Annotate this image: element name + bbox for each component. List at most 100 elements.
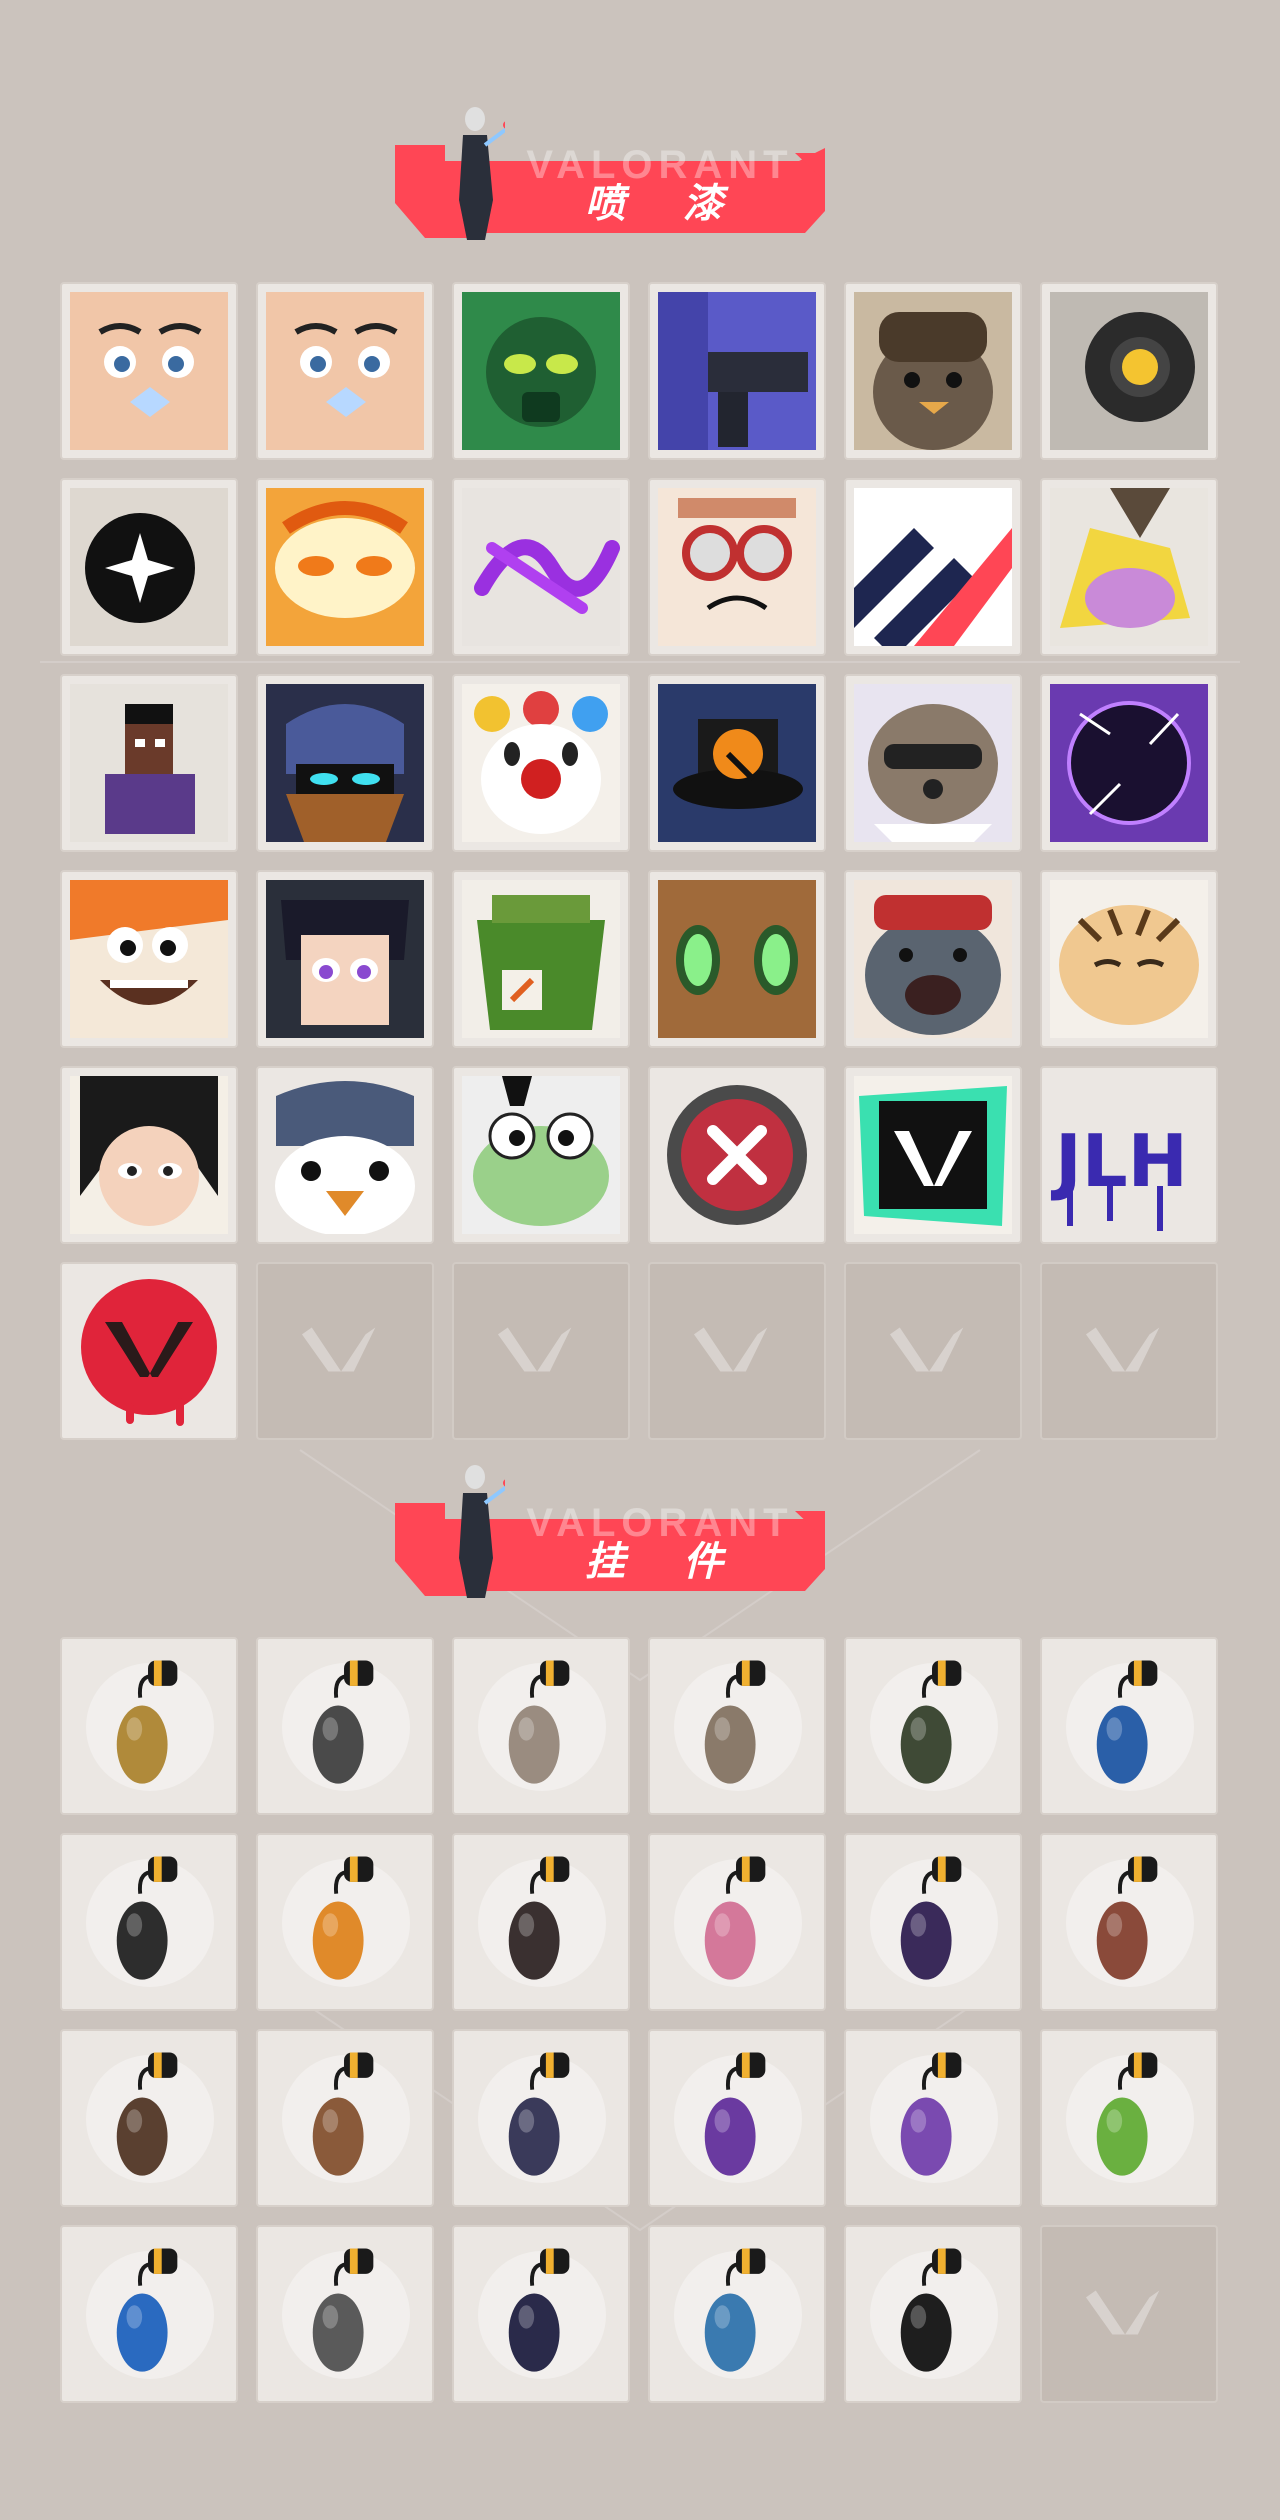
- buddy-gold-figure-icon: [116, 1660, 178, 1784]
- spray-purple-gun-icon: [658, 292, 816, 450]
- spray-tile[interactable]: [844, 870, 1022, 1048]
- spray-tile[interactable]: [452, 478, 630, 656]
- valorant-logo-icon: [1085, 1327, 1160, 1372]
- spray-tile[interactable]: [60, 282, 238, 460]
- buddy-tile[interactable]: [648, 1637, 826, 1815]
- buddy-tile[interactable]: [60, 1637, 238, 1815]
- buddy-v-medallion-icon: [900, 2248, 962, 2372]
- buddy-pepper-icon: [312, 1856, 374, 1980]
- valorant-logo-icon: [889, 1327, 964, 1372]
- buddy-crate-icon: [312, 2052, 374, 2176]
- spray-tile[interactable]: JLH: [1040, 1066, 1218, 1244]
- spray-tile[interactable]: [648, 674, 826, 852]
- buddy-tile[interactable]: [844, 2225, 1022, 2403]
- buddy-tile[interactable]: [1040, 1637, 1218, 1815]
- spray-green-mask-icon: [462, 292, 620, 450]
- spray-crying-seal-icon: [854, 880, 1012, 1038]
- spray-tile[interactable]: [452, 1066, 630, 1244]
- buddy-bear-bell-icon: [1096, 1856, 1158, 1980]
- buddy-radio-icon: [312, 2248, 374, 2372]
- spray-sleepy-tiger-icon: [1050, 880, 1208, 1038]
- section-title: 挂 件: [585, 1539, 745, 1585]
- buddy-tile[interactable]: [648, 1833, 826, 2011]
- buddy-tile[interactable]: [648, 2225, 826, 2403]
- buddy-tile[interactable]: [256, 1833, 434, 2011]
- spray-tile[interactable]: [60, 478, 238, 656]
- spray-tile[interactable]: [1040, 674, 1218, 852]
- spray-red-v-drip-icon: [70, 1272, 228, 1430]
- spray-tile[interactable]: [648, 282, 826, 460]
- spray-tile[interactable]: [256, 478, 434, 656]
- spray-tile[interactable]: [256, 674, 434, 852]
- empty-spray-slot[interactable]: [1040, 1262, 1218, 1440]
- buddy-tile[interactable]: [844, 2029, 1022, 2207]
- buddy-tile[interactable]: [1040, 1833, 1218, 2011]
- spray-angry-man-icon: [266, 292, 424, 450]
- spray-tile[interactable]: [256, 1066, 434, 1244]
- buddy-tile[interactable]: [60, 2029, 238, 2207]
- spray-tile[interactable]: [452, 282, 630, 460]
- empty-spray-slot[interactable]: [452, 1262, 630, 1440]
- buddy-tile[interactable]: [60, 2225, 238, 2403]
- spray-tile[interactable]: [1040, 478, 1218, 656]
- spray-tile[interactable]: [452, 674, 630, 852]
- buddy-chainsaw-icon: [116, 1856, 178, 1980]
- empty-spray-slot[interactable]: [844, 1262, 1022, 1440]
- buddy-tile[interactable]: [452, 2029, 630, 2207]
- spray-tile[interactable]: [256, 870, 434, 1048]
- buddy-robot-drone-icon: [312, 1660, 374, 1784]
- buddy-tile[interactable]: [256, 2029, 434, 2207]
- spray-tile[interactable]: [844, 1066, 1022, 1244]
- spray-tile[interactable]: [60, 674, 238, 852]
- spray-tile[interactable]: [1040, 870, 1218, 1048]
- spray-pixel-agent-icon: [70, 684, 228, 842]
- buddy-ep9-coin-icon: [508, 2248, 570, 2372]
- empty-buddy-slot[interactable]: [1040, 2225, 1218, 2403]
- spray-tile[interactable]: [256, 282, 434, 460]
- buddy-cat-figure-icon: [704, 1660, 766, 1784]
- buddy-tile[interactable]: [60, 1833, 238, 2011]
- buddy-tile[interactable]: [452, 1833, 630, 2011]
- buddy-green-device-icon: [1096, 2052, 1158, 2176]
- spray-tile[interactable]: [1040, 282, 1218, 460]
- spray-black-star-orb-icon: [70, 488, 228, 646]
- spray-dark-orb-icon: [1050, 684, 1208, 842]
- spray-green-eyes-icon: [658, 880, 816, 1038]
- spray-tile[interactable]: [844, 478, 1022, 656]
- spray-tile[interactable]: [60, 1066, 238, 1244]
- buddy-tile[interactable]: [844, 1833, 1022, 2011]
- buddy-gramophone-icon: [508, 2052, 570, 2176]
- spray-tile[interactable]: [648, 478, 826, 656]
- spray-tile[interactable]: [844, 674, 1022, 852]
- spray-clown-icon: [462, 684, 620, 842]
- empty-spray-slot[interactable]: [256, 1262, 434, 1440]
- section-title: 喷 漆: [585, 181, 745, 227]
- spray-determined-girl-icon: [70, 1076, 228, 1234]
- spray-anime-boy-icon: [266, 880, 424, 1038]
- spray-tile[interactable]: [60, 870, 238, 1048]
- buddy-tile[interactable]: [256, 2225, 434, 2403]
- buddy-ep9-badge-icon: [900, 1856, 962, 1980]
- buddy-purple-crystal-icon: [704, 2052, 766, 2176]
- spray-goggles-cat-icon: [658, 488, 816, 646]
- buddy-tile[interactable]: [256, 1637, 434, 1815]
- buddy-tile[interactable]: [452, 2225, 630, 2403]
- spray-frog-hat-icon: [462, 1076, 620, 1234]
- spray-tile[interactable]: [452, 870, 630, 1048]
- spray-helmet-agent-icon: [266, 684, 424, 842]
- buddy-tile[interactable]: [1040, 2029, 1218, 2207]
- spray-tile[interactable]: [648, 870, 826, 1048]
- spray-tile[interactable]: [60, 1262, 238, 1440]
- spray-penguin-blue-icon: [266, 1076, 424, 1234]
- buddy-grid: [60, 1637, 1220, 2403]
- spray-tile[interactable]: [648, 1066, 826, 1244]
- spray-stripes-icon: [854, 488, 1012, 646]
- buddy-tile[interactable]: [452, 1637, 630, 1815]
- spray-tile[interactable]: [844, 282, 1022, 460]
- buddy-rope-icon: [508, 1856, 570, 1980]
- spray-eyes-butterfly-icon: [70, 292, 228, 450]
- spray-camera-bot-icon: [1050, 292, 1208, 450]
- buddy-tile[interactable]: [648, 2029, 826, 2207]
- empty-spray-slot[interactable]: [648, 1262, 826, 1440]
- buddy-tile[interactable]: [844, 1637, 1022, 1815]
